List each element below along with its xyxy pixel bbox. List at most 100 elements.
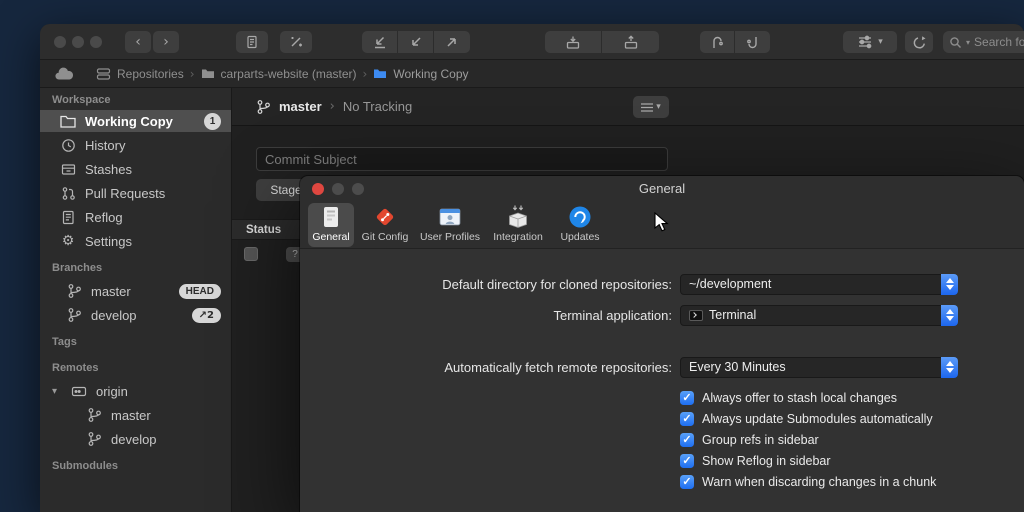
git-config-tab-icon (372, 204, 398, 230)
fetch-button[interactable] (398, 31, 434, 53)
terminal-app-popup[interactable]: Terminal (680, 305, 958, 326)
tab-updates[interactable]: Updates (554, 203, 606, 247)
clone-directory-popup[interactable]: ~/development (680, 274, 958, 295)
refresh-button[interactable] (905, 31, 933, 53)
cloud-icon[interactable] (54, 67, 74, 81)
back-icon: ‹ (135, 34, 141, 50)
sidebar-item-settings[interactable]: ⚙ Settings (40, 229, 231, 253)
titlebar: ‹ › (40, 24, 1024, 60)
sidebar-item-pull-requests[interactable]: Pull Requests (40, 181, 231, 205)
stash-box-icon (61, 162, 76, 176)
pull-button[interactable] (362, 31, 398, 53)
close-window-button[interactable] (54, 36, 66, 48)
sliders-icon (857, 34, 873, 50)
folder-icon (201, 68, 215, 79)
sidebar-item-branch-develop[interactable]: develop ↗2 (40, 303, 231, 327)
auto-fetch-popup[interactable]: Every 30 Minutes (680, 357, 958, 378)
forward-icon: › (163, 34, 169, 50)
unstash-box-icon (623, 35, 639, 50)
ahead-count-badge: ↗2 (192, 308, 221, 323)
sidebar-item-history[interactable]: History (40, 133, 231, 157)
terminal-icon (689, 310, 703, 321)
sidebar-item-origin-develop[interactable]: develop (40, 427, 231, 451)
chevron-down-icon: ▾ (878, 37, 883, 47)
working-copy-count-badge: 1 (204, 113, 221, 130)
field-row-terminal: Terminal application: Terminal (300, 304, 958, 326)
minimize-window-button[interactable] (72, 36, 84, 48)
commit-button[interactable] (236, 31, 268, 53)
push-button[interactable] (434, 31, 470, 53)
unstash-button[interactable] (602, 31, 659, 53)
view-options-button[interactable]: ▾ (843, 31, 897, 53)
mouse-cursor (652, 212, 672, 239)
tab-general[interactable]: General (308, 203, 354, 247)
dialog-zoom-button[interactable] (352, 183, 364, 195)
commit-subject-input[interactable] (256, 147, 668, 171)
refresh-icon (912, 35, 927, 50)
checkbox-group-refs[interactable]: ✓ Group refs in sidebar (680, 431, 819, 449)
stash-box-icon (565, 35, 581, 50)
breadcrumb-repositories[interactable]: Repositories (96, 67, 184, 81)
stash-button[interactable] (545, 31, 602, 53)
sidebar-item-reflog[interactable]: Reflog (40, 205, 231, 229)
sidebar-header-remotes: Remotes (52, 362, 223, 374)
tab-git-config[interactable]: Git Config (358, 203, 412, 247)
merge-button[interactable] (735, 31, 770, 53)
sidebar-item-branch-master[interactable]: master HEAD (40, 279, 231, 303)
stash-button-group (545, 31, 659, 53)
breadcrumb-chevron-icon: › (363, 67, 368, 81)
checkbox-warn-discard-chunk[interactable]: ✓ Warn when discarding changes in a chun… (680, 473, 936, 491)
branch-icon (67, 307, 82, 323)
dialog-titlebar[interactable]: General (300, 176, 1024, 202)
general-tab-icon (318, 204, 344, 230)
tracking-status: No Tracking (343, 99, 412, 114)
breadcrumb-working-copy[interactable]: Working Copy (373, 67, 468, 81)
branch-button[interactable] (700, 31, 735, 53)
branch-icon (87, 407, 102, 423)
push-arrow-icon (445, 35, 459, 49)
checkbox-update-submodules[interactable]: ✓ Always update Submodules automatically (680, 410, 933, 428)
popup-stepper-icon (941, 274, 958, 295)
chevron-down-icon: ▾ (656, 102, 661, 112)
checkbox-checked-icon[interactable]: ✓ (680, 433, 694, 447)
back-button[interactable]: ‹ (125, 31, 151, 53)
checkbox-stash-local-changes[interactable]: ✓ Always offer to stash local changes (680, 389, 897, 407)
forward-button[interactable]: › (153, 31, 179, 53)
sidebar: Workspace Working Copy 1 History Stashes… (40, 88, 232, 512)
sidebar-item-working-copy[interactable]: Working Copy 1 (40, 110, 231, 132)
dialog-close-button[interactable] (312, 183, 324, 195)
field-label: Automatically fetch remote repositories: (300, 360, 672, 375)
file-checkbox[interactable] (244, 247, 258, 261)
view-menu-button[interactable]: ▾ (633, 96, 669, 118)
tab-integration[interactable]: Integration (488, 203, 548, 247)
discard-button[interactable] (280, 31, 312, 53)
zoom-window-button[interactable] (90, 36, 102, 48)
checkbox-checked-icon[interactable]: ✓ (680, 412, 694, 426)
branch-icon (87, 431, 102, 447)
breadcrumb-repository[interactable]: carparts-website (master) (201, 67, 357, 81)
current-branch-name: master (279, 99, 322, 114)
repositories-stack-icon (96, 67, 111, 81)
sidebar-item-stashes[interactable]: Stashes (40, 157, 231, 181)
popup-stepper-icon (941, 357, 958, 378)
chevron-icon: › (330, 99, 335, 114)
head-badge: HEAD (179, 284, 221, 299)
dialog-minimize-button[interactable] (332, 183, 344, 195)
branch-button-group (700, 31, 770, 53)
disclosure-triangle-icon[interactable]: ▾ (52, 386, 62, 397)
checkbox-show-reflog[interactable]: ✓ Show Reflog in sidebar (680, 452, 831, 470)
checkbox-checked-icon[interactable]: ✓ (680, 475, 694, 489)
tab-user-profiles[interactable]: User Profiles (416, 203, 484, 247)
breadcrumb: Repositories › carparts-website (master)… (40, 60, 1024, 88)
sidebar-header-workspace: Workspace (52, 94, 223, 106)
sidebar-item-origin-master[interactable]: master (40, 403, 231, 427)
checkbox-checked-icon[interactable]: ✓ (680, 391, 694, 405)
sidebar-item-remote-origin[interactable]: ▾ origin (40, 379, 231, 403)
search-input[interactable]: ▾ Search fo (943, 31, 1024, 53)
sidebar-header-tags: Tags (52, 336, 223, 348)
branch-icon (67, 283, 82, 299)
dialog-title: General (300, 176, 1024, 202)
checkbox-checked-icon[interactable]: ✓ (680, 454, 694, 468)
field-row-auto-fetch: Automatically fetch remote repositories:… (300, 356, 958, 378)
sync-button-group (362, 31, 470, 53)
